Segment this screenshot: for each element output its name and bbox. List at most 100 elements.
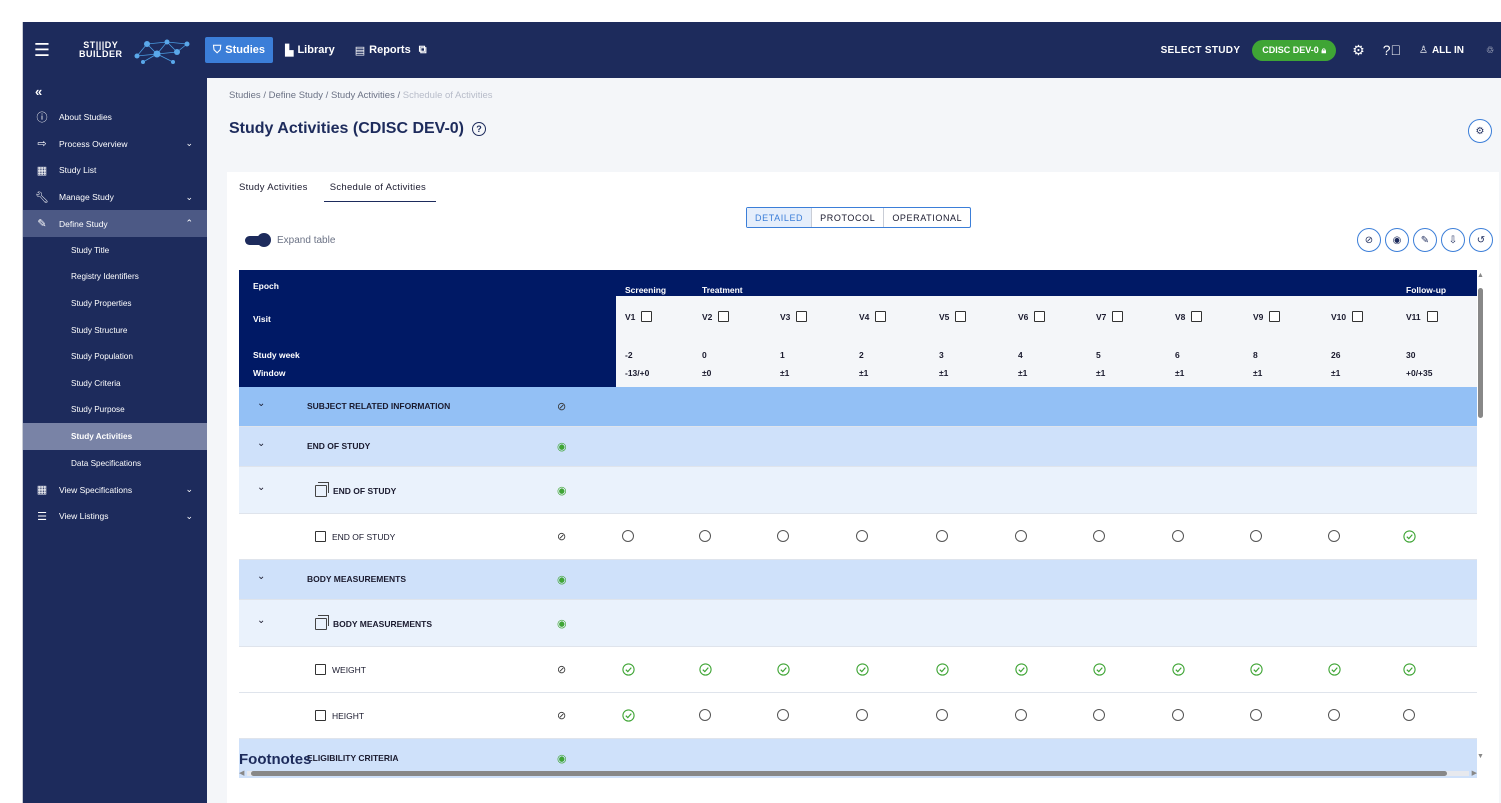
page-settings-icon[interactable]: ⚙ <box>1468 119 1492 143</box>
eye-off-icon[interactable]: ⊘ <box>557 709 566 722</box>
empty-circle-icon[interactable] <box>936 530 948 545</box>
sidebar-sub-study-properties[interactable]: Study Properties <box>23 290 207 317</box>
download-icon[interactable]: ⇩ <box>1441 228 1465 252</box>
empty-circle-icon[interactable] <box>777 709 789 724</box>
breadcrumb-define-study[interactable]: Define Study <box>269 90 323 101</box>
scroll-left-icon[interactable]: ◀ <box>239 769 244 777</box>
sidebar-item-define-study[interactable]: ✎ Define Study ⌃ <box>23 210 207 237</box>
breadcrumb-studies[interactable]: Studies <box>229 90 261 101</box>
chevron-down-icon[interactable]: ⌄ <box>257 398 265 409</box>
sidebar-item-view-specifications[interactable]: ▦ View Specifications ⌄ <box>23 476 207 503</box>
checked-icon[interactable] <box>936 663 949 679</box>
vertical-scroll-thumb[interactable] <box>1478 288 1483 418</box>
empty-circle-icon[interactable] <box>1015 709 1027 724</box>
sidebar-sub-registry-identifiers[interactable]: Registry Identifiers <box>23 264 207 291</box>
empty-circle-icon[interactable] <box>699 530 711 545</box>
sidebar-item-view-listings[interactable]: ☰ View Listings ⌄ <box>23 503 207 530</box>
empty-circle-icon[interactable] <box>777 530 789 545</box>
checked-icon[interactable] <box>1403 663 1416 679</box>
visit-checkbox[interactable] <box>1112 311 1124 322</box>
empty-circle-icon[interactable] <box>1328 530 1340 545</box>
checked-icon[interactable] <box>622 663 635 679</box>
scroll-down-icon[interactable]: ▼ <box>1477 753 1484 760</box>
sidebar-sub-data-specifications[interactable]: Data Specifications <box>23 450 207 477</box>
tab-study-activities[interactable]: Study Activities <box>239 182 318 202</box>
eye-icon[interactable]: ◉ <box>557 440 567 453</box>
horizontal-scrollbar[interactable]: ◀ ▶ <box>239 769 1477 778</box>
visit-checkbox[interactable] <box>1191 311 1203 322</box>
nav-studies[interactable]: ⛉ Studies <box>205 37 273 63</box>
empty-circle-icon[interactable] <box>936 709 948 724</box>
scroll-right-icon[interactable]: ▶ <box>1472 769 1477 777</box>
chevron-down-icon[interactable]: ⌄ <box>257 482 265 493</box>
checked-icon[interactable] <box>1172 663 1185 679</box>
help-icon[interactable]: ?⃝ <box>1383 42 1401 58</box>
empty-circle-icon[interactable] <box>1015 530 1027 545</box>
checked-icon[interactable] <box>1093 663 1106 679</box>
study-builder-logo[interactable]: ST|||DY BUILDER <box>61 22 191 78</box>
empty-circle-icon[interactable] <box>856 530 868 545</box>
visit-checkbox[interactable] <box>1352 311 1364 322</box>
hide-icon[interactable]: ⊘ <box>1357 228 1381 252</box>
vertical-scrollbar[interactable]: ▲ ▼ <box>1477 270 1484 778</box>
checked-icon[interactable] <box>622 709 635 725</box>
breadcrumb-study-activities[interactable]: Study Activities <box>331 90 395 101</box>
empty-circle-icon[interactable] <box>1328 709 1340 724</box>
visit-checkbox[interactable] <box>1426 311 1438 322</box>
empty-circle-icon[interactable] <box>1172 709 1184 724</box>
eye-off-icon[interactable]: ⊘ <box>557 530 566 543</box>
nav-reports[interactable]: ▤ Reports ⧉ <box>347 37 435 63</box>
view-protocol-button[interactable]: PROTOCOL <box>812 208 885 227</box>
empty-circle-icon[interactable] <box>1172 530 1184 545</box>
checked-icon[interactable] <box>1250 663 1263 679</box>
eye-icon[interactable]: ◉ <box>1385 228 1409 252</box>
sidebar-item-about-studies[interactable]: ⓘ About Studies <box>23 104 207 131</box>
checked-icon[interactable] <box>1328 663 1341 679</box>
eye-icon[interactable]: ◉ <box>557 484 567 497</box>
eye-off-icon[interactable]: ⊘ <box>557 663 566 676</box>
sidebar-item-study-list[interactable]: ▦ Study List <box>23 157 207 184</box>
edit-icon[interactable]: ✎ <box>1413 228 1437 252</box>
select-study-label[interactable]: SELECT STUDY <box>1161 45 1241 56</box>
visit-checkbox[interactable] <box>1269 311 1281 322</box>
eye-icon[interactable]: ◉ <box>557 752 567 765</box>
empty-circle-icon[interactable] <box>1250 709 1262 724</box>
activity-checkbox[interactable] <box>315 710 326 721</box>
sidebar-item-manage-study[interactable]: 🔧︎ Manage Study ⌄ <box>23 184 207 211</box>
view-operational-button[interactable]: OPERATIONAL <box>884 208 970 227</box>
chevron-down-icon[interactable]: ⌄ <box>257 615 265 626</box>
collapse-sidebar-icon[interactable]: « <box>23 78 207 104</box>
checked-icon[interactable] <box>699 663 712 679</box>
empty-circle-icon[interactable] <box>856 709 868 724</box>
visit-checkbox[interactable] <box>1034 311 1046 322</box>
history-icon[interactable]: ↺ <box>1469 228 1493 252</box>
expand-table-toggle[interactable]: Expand table <box>245 233 335 247</box>
eye-icon[interactable]: ◉ <box>557 617 567 630</box>
menu-icon[interactable]: ☰ <box>23 22 61 78</box>
empty-circle-icon[interactable] <box>1403 709 1415 724</box>
help-icon[interactable]: ? <box>472 122 487 136</box>
sidebar-item-process-overview[interactable]: ⇨ Process Overview ⌄ <box>23 131 207 158</box>
eye-icon[interactable]: ◉ <box>557 573 567 586</box>
empty-circle-icon[interactable] <box>622 530 634 545</box>
visit-checkbox[interactable] <box>641 311 653 322</box>
activity-checkbox[interactable] <box>315 664 326 675</box>
activity-checkbox[interactable] <box>315 531 326 542</box>
study-badge[interactable]: CDISC DEV-0 🔒︎ <box>1252 39 1337 61</box>
toggle-switch[interactable] <box>245 233 271 247</box>
sidebar-sub-study-population[interactable]: Study Population <box>23 343 207 370</box>
empty-circle-icon[interactable] <box>1250 530 1262 545</box>
sidebar-sub-study-title[interactable]: Study Title <box>23 237 207 264</box>
chevron-down-icon[interactable]: ⌄ <box>257 571 265 582</box>
settings-icon[interactable]: ⚙ <box>1352 42 1365 59</box>
visit-checkbox[interactable] <box>875 311 887 322</box>
user-menu[interactable]: ♙ ALL IN <box>1419 45 1464 56</box>
visit-checkbox[interactable] <box>796 311 808 322</box>
sidebar-sub-study-activities[interactable]: Study Activities <box>23 423 207 450</box>
chevron-down-icon[interactable]: ⌄ <box>257 438 265 449</box>
sidebar-sub-study-criteria[interactable]: Study Criteria <box>23 370 207 397</box>
checked-icon[interactable] <box>1015 663 1028 679</box>
scroll-up-icon[interactable]: ▲ <box>1477 272 1484 279</box>
sidebar-sub-study-purpose[interactable]: Study Purpose <box>23 397 207 424</box>
empty-circle-icon[interactable] <box>1093 530 1105 545</box>
